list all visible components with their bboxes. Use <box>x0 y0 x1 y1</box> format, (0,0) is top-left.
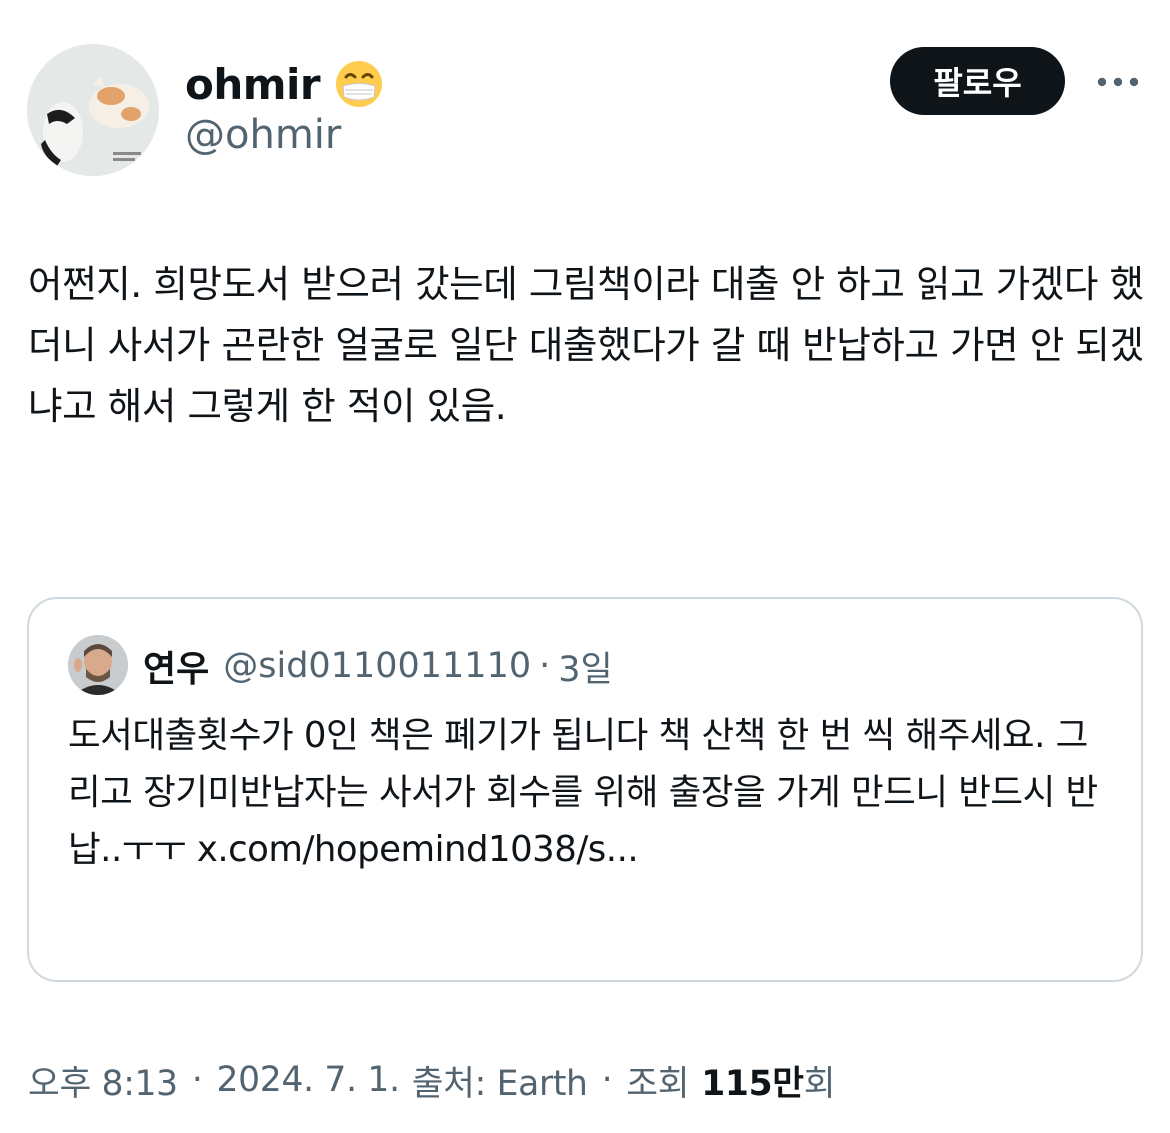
quoted-author-avatar <box>68 635 128 695</box>
person-photo-icon <box>68 635 128 695</box>
quoted-author-handle[interactable]: @sid0110011110 <box>223 646 531 686</box>
tweet-meta: 오후 8:13 · 2024. 7. 1. 출처: Earth · 조회 115… <box>28 1050 836 1110</box>
medical-mask-face-icon <box>334 59 384 109</box>
separator-dot: · <box>191 1060 203 1100</box>
separator-dot: · <box>601 1060 613 1100</box>
quoted-tweet-time[interactable]: 3일 <box>558 641 612 692</box>
author-avatar[interactable] <box>27 44 159 176</box>
cat-illustration-icon <box>27 44 159 176</box>
quoted-tweet-text: 도서대출횟수가 0인 책은 폐기가 됩니다 책 산책 한 번 씩 해주세요. 그… <box>68 715 1098 870</box>
quoted-tweet-card[interactable]: 연우 @sid0110011110 · 3일 도서대출횟수가 0인 책은 폐기가… <box>27 597 1143 982</box>
tweet-source: 출처: Earth <box>411 1064 588 1104</box>
follow-button[interactable]: 팔로우 <box>890 47 1065 115</box>
tweet-text: 어쩐지. 희망도서 받으러 갔는데 그림책이라 대출 안 하고 읽고 가겠다 했… <box>28 262 1144 428</box>
views-label: 조회 <box>626 1064 690 1104</box>
separator-dot: · <box>539 646 551 686</box>
author-handle[interactable]: @ohmir <box>185 112 341 158</box>
author-display-name[interactable]: ohmir <box>185 60 321 109</box>
quoted-tweet-header: 연우 @sid0110011110 · 3일 <box>143 637 613 695</box>
author-name-row: ohmir <box>185 56 384 112</box>
tweet-page: ohmir @ohmir 팔로우 어쩐지. 희망도서 받으러 갔는데 그림책이라… <box>0 0 1170 1133</box>
quoted-author-name[interactable]: 연우 <box>143 640 209 692</box>
tweet-time[interactable]: 오후 8:13 <box>28 1055 178 1105</box>
more-options-icon[interactable] <box>1088 62 1148 102</box>
views-count[interactable]: 115만 <box>701 1055 804 1105</box>
tweet-date[interactable]: 2024. 7. 1. <box>217 1060 401 1100</box>
views-suffix: 회 <box>803 1064 836 1104</box>
